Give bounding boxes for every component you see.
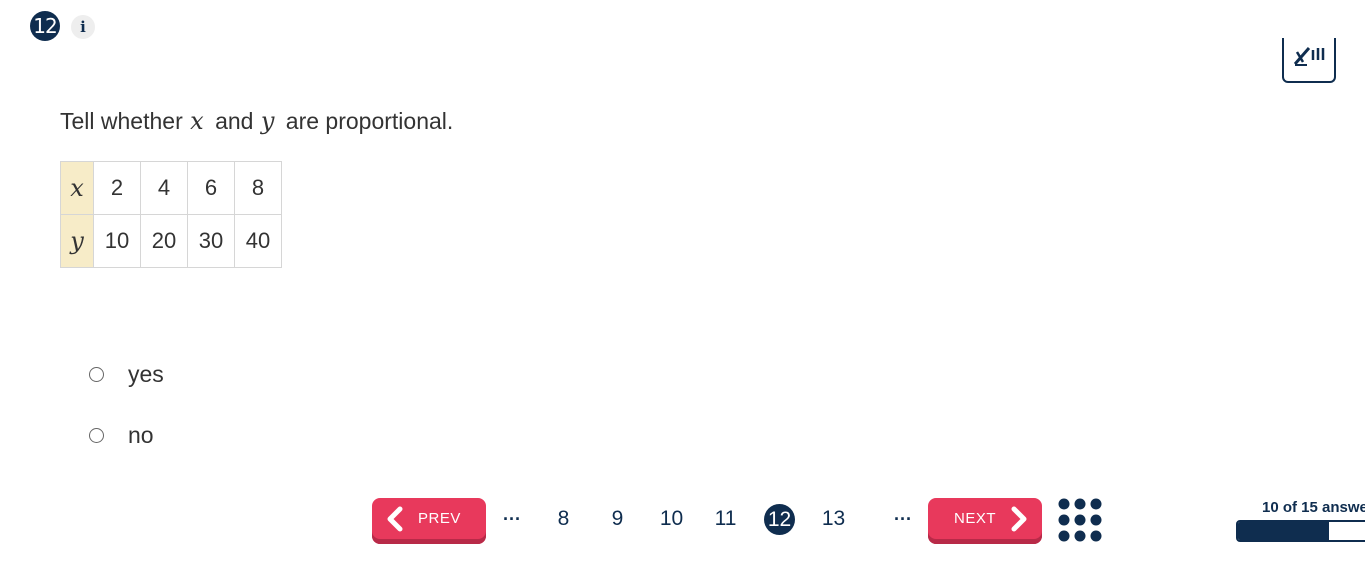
variable-y: y <box>260 107 275 135</box>
next-label: NEXT <box>954 510 997 527</box>
table-cell: 10 <box>93 214 141 268</box>
table-header-x: x <box>60 161 94 215</box>
prompt-text-start: Tell whether <box>60 108 183 134</box>
pager-item-10[interactable]: 10 <box>656 504 687 534</box>
radio-no[interactable] <box>89 428 104 443</box>
choice-yes[interactable]: yes <box>89 361 164 388</box>
table-header-y: y <box>60 214 94 268</box>
prompt-text-end: are proportional. <box>285 108 454 134</box>
reference-tool-icon <box>1293 47 1325 66</box>
next-button[interactable]: NEXT <box>928 498 1042 544</box>
info-icon[interactable]: i <box>71 15 95 39</box>
pager-ellipsis-right[interactable]: ··· <box>890 504 916 534</box>
table-row-x: x 2 4 6 8 <box>60 161 282 215</box>
table-cell: 40 <box>234 214 282 268</box>
table-cell: 4 <box>140 161 188 215</box>
xy-table: x 2 4 6 8 y 10 20 30 40 <box>60 161 282 268</box>
question-number-badge: 12 <box>30 11 60 41</box>
pager-item-13[interactable]: 13 <box>818 504 849 534</box>
prev-button[interactable]: PREV <box>372 498 486 544</box>
table-row-y: y 10 20 30 40 <box>60 214 282 268</box>
choice-label-yes: yes <box>128 361 164 387</box>
chevron-right-icon <box>1011 506 1027 531</box>
reference-tool-button[interactable] <box>1282 38 1336 83</box>
choice-no[interactable]: no <box>89 422 154 449</box>
prompt-text-and: and <box>215 108 254 134</box>
question-grid-icon[interactable] <box>1058 498 1102 542</box>
pager-ellipsis-left[interactable]: ··· <box>499 504 525 534</box>
pager-item-9[interactable]: 9 <box>604 504 631 534</box>
radio-yes[interactable] <box>89 367 104 382</box>
table-cell: 2 <box>93 161 141 215</box>
pager-item-8[interactable]: 8 <box>550 504 577 534</box>
chevron-left-icon <box>387 506 403 531</box>
question-prompt: Tell whether x and y are proportional. <box>60 107 453 135</box>
progress-label: 10 of 15 answered <box>1262 499 1365 516</box>
assessment-page: 12 i Tell whether x and y are proportion… <box>0 0 1365 561</box>
table-cell: 6 <box>187 161 235 215</box>
progress-bar <box>1236 520 1365 542</box>
progress-fill <box>1238 522 1329 540</box>
pager-item-current[interactable]: 12 <box>764 504 795 535</box>
variable-x: x <box>190 107 204 135</box>
pager-item-11[interactable]: 11 <box>710 504 741 534</box>
choice-label-no: no <box>128 422 154 448</box>
table-cell: 8 <box>234 161 282 215</box>
table-cell: 20 <box>140 214 188 268</box>
table-cell: 30 <box>187 214 235 268</box>
prev-label: PREV <box>418 510 461 527</box>
